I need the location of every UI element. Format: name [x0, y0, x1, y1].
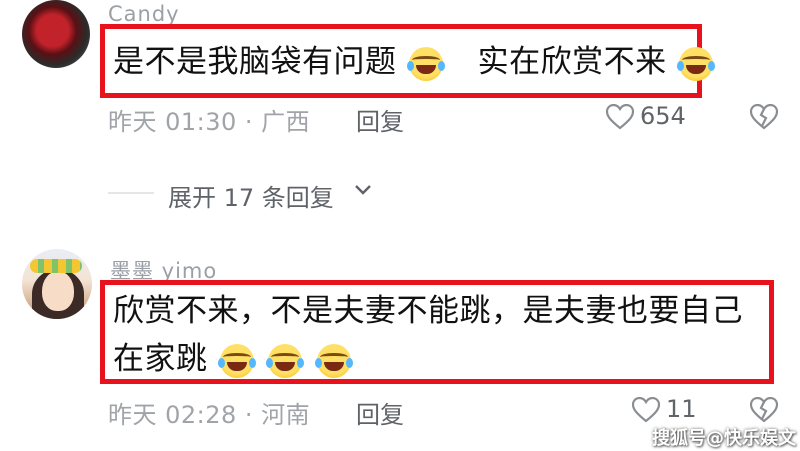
laughing-crying-emoji-icon	[406, 46, 445, 81]
avatar-yimo[interactable]	[22, 249, 92, 319]
comment-text-part2: 实在欣赏不来	[477, 44, 667, 80]
laughing-crying-emoji-icon	[217, 343, 256, 378]
broken-heart-icon[interactable]	[750, 104, 778, 130]
comment-body: 是不是我脑袋有问题 实在欣赏不来	[113, 38, 715, 86]
like-count: 11	[666, 395, 697, 423]
chevron-down-icon[interactable]	[354, 184, 372, 196]
reply-button[interactable]: 回复	[356, 395, 404, 430]
expand-replies-button[interactable]: 展开 17 条回复	[168, 178, 334, 213]
comment-body-line1: 欣赏不来，不是夫妻不能跳，是夫妻也要自己	[113, 293, 743, 329]
broken-heart-icon[interactable]	[750, 397, 778, 423]
like-count: 654	[640, 102, 686, 130]
comment-time-location: 昨天 02:28 · 河南	[108, 401, 311, 429]
comment-highlight-box: 欣赏不来，不是夫妻不能跳，是夫妻也要自己 在家跳	[100, 280, 774, 384]
heart-icon[interactable]	[632, 397, 660, 423]
comment-text-line2: 在家跳	[113, 341, 208, 377]
expand-divider	[108, 192, 154, 194]
comment-text-part1: 是不是我脑袋有问题	[113, 44, 397, 80]
watermark: 搜狐号@快乐娱文	[652, 428, 796, 449]
expand-replies-label: 展开 17 条回复	[168, 184, 334, 212]
laughing-crying-emoji-icon	[676, 46, 715, 81]
comment-time-location: 昨天 01:30 · 广西	[108, 108, 311, 136]
comment-body-line2: 在家跳	[113, 335, 353, 383]
heart-icon[interactable]	[606, 104, 634, 130]
reply-button[interactable]: 回复	[356, 102, 404, 137]
username-candy[interactable]: Candy	[108, 2, 180, 26]
laughing-crying-emoji-icon	[314, 343, 353, 378]
laughing-crying-emoji-icon	[266, 343, 305, 378]
comment-highlight-box: 是不是我脑袋有问题 实在欣赏不来	[100, 24, 715, 98]
avatar-candy[interactable]	[22, 0, 90, 68]
